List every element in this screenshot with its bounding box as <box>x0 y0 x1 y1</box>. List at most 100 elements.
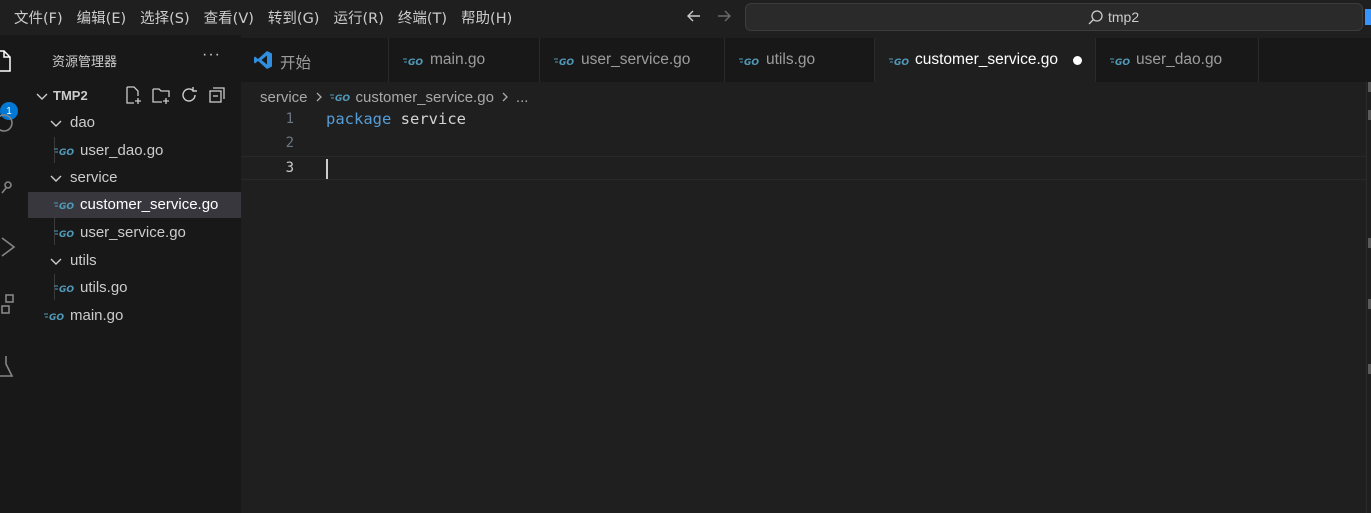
tree-item-label: utils <box>70 252 97 269</box>
menu-file[interactable]: 文件(F) <box>14 7 63 28</box>
breadcrumb-file[interactable]: customer_service.go <box>356 89 494 106</box>
tree-file-user-dao[interactable]: GO user_dao.go <box>28 138 241 164</box>
source-control-icon[interactable] <box>0 171 16 199</box>
code-text: package service <box>326 110 466 128</box>
go-file-icon: GO <box>44 313 64 321</box>
menu-view[interactable]: 查看(V) <box>204 7 254 28</box>
code-editor[interactable]: 1 package service 2 3 <box>241 108 1366 513</box>
chevron-down-icon <box>36 93 48 100</box>
tree-file-customer-service[interactable]: GO customer_service.go <box>28 192 241 218</box>
window-edge-accent <box>1365 9 1371 25</box>
tree-item-label: customer_service.go <box>80 196 219 213</box>
tab-label: 开始 <box>280 55 312 72</box>
tree-folder-utils[interactable]: utils <box>28 248 241 274</box>
svg-text:GO: GO <box>744 58 759 66</box>
explorer-icon[interactable] <box>0 47 16 75</box>
extensions-icon[interactable] <box>0 291 16 319</box>
tree-folder-dao[interactable]: dao <box>28 110 241 136</box>
menu-go[interactable]: 转到(G) <box>268 7 320 28</box>
tab-label: utils.go <box>766 51 816 68</box>
workspace-root-label: TMP2 <box>53 88 88 103</box>
explorer-actions <box>123 85 227 105</box>
tree-item-label: user_service.go <box>80 224 186 241</box>
chevron-down-icon <box>50 175 62 182</box>
tab-user-service-go[interactable]: GO user_service.go <box>540 38 725 82</box>
text-cursor <box>326 159 328 179</box>
chevron-right-icon <box>316 92 322 102</box>
breadcrumb-folder[interactable]: service <box>260 89 308 106</box>
go-file-icon: GO <box>1110 58 1130 66</box>
go-file-icon: GO <box>739 58 759 66</box>
svg-text:GO: GO <box>49 313 64 321</box>
menu-help[interactable]: 帮助(H) <box>461 7 512 28</box>
tab-main-go[interactable]: GO main.go <box>389 38 540 82</box>
menu-run[interactable]: 运行(R) <box>333 7 383 28</box>
tree-file-utils[interactable]: GO utils.go <box>28 275 241 301</box>
collapse-all-icon[interactable] <box>207 85 227 105</box>
vscode-logo-icon <box>254 51 272 69</box>
tree-item-label: main.go <box>70 307 124 324</box>
editor-tab-bar: 开始 GO main.go GO user_service.go GO util… <box>241 38 1371 82</box>
line-number: 2 <box>285 135 294 151</box>
code-line[interactable]: 1 package service <box>241 108 1366 132</box>
search-view-icon[interactable] <box>0 111 16 139</box>
line-number: 3 <box>285 160 294 176</box>
svg-text:GO: GO <box>59 202 74 210</box>
go-file-icon: GO <box>54 285 74 293</box>
unsaved-dot-icon[interactable] <box>1073 56 1082 65</box>
go-file-icon: GO <box>329 94 350 102</box>
go-file-icon: GO <box>403 58 423 66</box>
line-number: 1 <box>285 111 294 127</box>
search-icon <box>1088 10 1103 25</box>
tree-item-label: utils.go <box>80 279 128 296</box>
testing-icon[interactable] <box>0 353 16 381</box>
refresh-icon[interactable] <box>179 85 199 105</box>
tab-utils-go[interactable]: GO utils.go <box>725 38 875 82</box>
svg-text:GO: GO <box>59 148 74 156</box>
explorer-sidebar: 资源管理器 ··· TMP2 dao GO user_dao.go servic… <box>28 35 241 513</box>
keyword-token: package <box>326 110 392 128</box>
svg-text:GO: GO <box>59 285 74 293</box>
code-line-current[interactable]: 3 <box>241 156 1366 180</box>
new-folder-icon[interactable] <box>151 85 171 105</box>
tab-customer-service-go[interactable]: GO customer_service.go <box>875 38 1096 82</box>
tab-welcome[interactable]: 开始 <box>241 38 389 82</box>
run-debug-icon[interactable] <box>0 233 16 261</box>
code-line[interactable]: 2 <box>241 132 1366 156</box>
command-center-search[interactable]: tmp2 <box>745 3 1363 31</box>
svg-text:GO: GO <box>408 58 423 66</box>
nav-arrows <box>684 6 734 26</box>
go-file-icon: GO <box>889 58 909 66</box>
go-file-icon: GO <box>554 58 574 66</box>
go-file-icon: GO <box>54 202 74 210</box>
tree-file-main[interactable]: GO main.go <box>28 303 241 329</box>
tab-label: user_service.go <box>581 51 691 68</box>
svg-text:GO: GO <box>59 230 74 238</box>
forward-arrow-icon[interactable] <box>714 6 734 26</box>
chevron-down-icon <box>50 258 62 265</box>
menu-terminal[interactable]: 终端(T) <box>398 7 447 28</box>
menu-bar: 文件(F) 编辑(E) 选择(S) 查看(V) 转到(G) 运行(R) 终端(T… <box>14 0 526 35</box>
svg-text:GO: GO <box>559 58 574 66</box>
svg-text:GO: GO <box>894 58 909 66</box>
tree-folder-service[interactable]: service <box>28 165 241 191</box>
search-text: tmp2 <box>1108 9 1140 25</box>
more-actions-button[interactable]: ··· <box>202 46 221 64</box>
tree-item-label: user_dao.go <box>80 142 164 159</box>
identifier-token: service <box>400 110 466 128</box>
tree-file-user-service[interactable]: GO user_service.go <box>28 220 241 246</box>
breadcrumb-symbol[interactable]: ... <box>516 89 529 106</box>
tab-user-dao-go[interactable]: GO user_dao.go <box>1096 38 1259 82</box>
menu-selection[interactable]: 选择(S) <box>140 7 190 28</box>
activity-bar: 1 <box>0 35 28 513</box>
svg-text:GO: GO <box>335 94 350 102</box>
editor-scrollbar[interactable] <box>1366 82 1371 513</box>
back-arrow-icon[interactable] <box>684 6 704 26</box>
chevron-down-icon <box>50 120 62 127</box>
svg-text:GO: GO <box>1115 58 1130 66</box>
explorer-title: 资源管理器 <box>52 55 118 70</box>
chevron-right-icon <box>502 92 508 102</box>
menu-edit[interactable]: 编辑(E) <box>77 7 126 28</box>
tab-label: main.go <box>430 51 486 68</box>
new-file-icon[interactable] <box>123 85 143 105</box>
